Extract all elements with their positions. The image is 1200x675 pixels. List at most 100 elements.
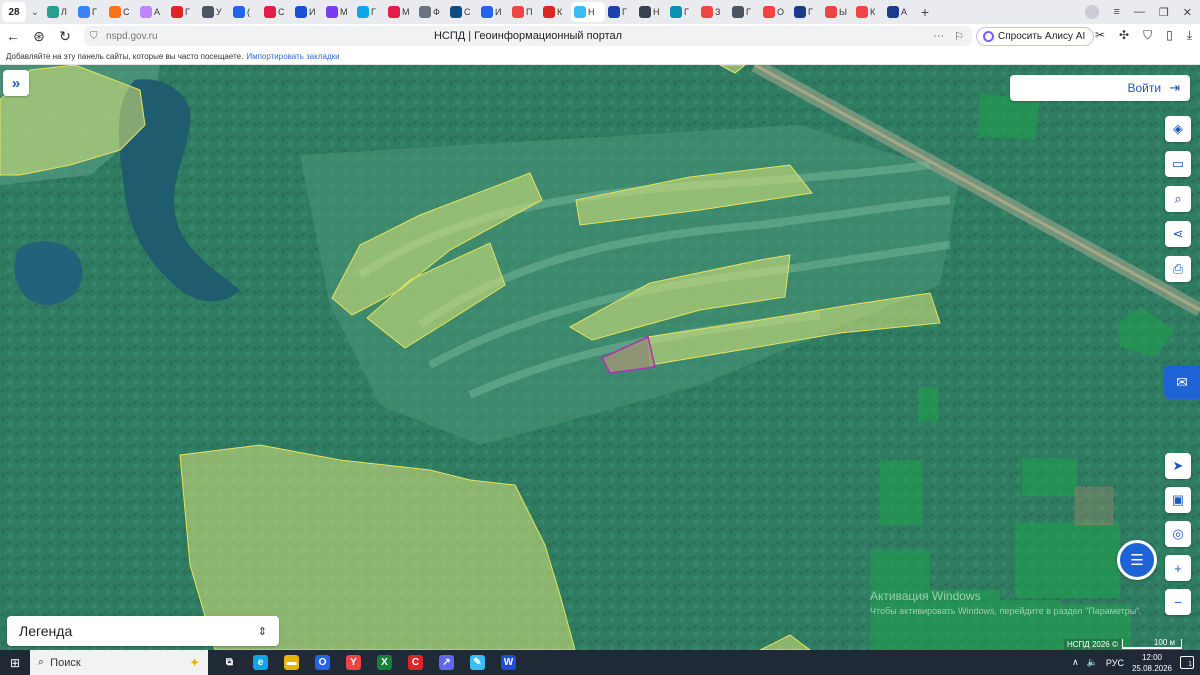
taskbar-app-yandex-browser[interactable]: Y <box>338 650 369 675</box>
taskbar-app-app-feather[interactable]: ✎ <box>462 650 493 675</box>
expand-panel-button[interactable]: » <box>3 70 29 96</box>
browser-tab[interactable]: Г <box>667 2 698 22</box>
tray-chevron-icon[interactable]: ∧ <box>1072 657 1079 668</box>
browser-tab[interactable]: М <box>323 2 354 22</box>
print-button[interactable]: ⎙ <box>1165 256 1191 282</box>
satellite-imagery <box>0 65 1200 650</box>
search-label: Поиск <box>50 656 81 669</box>
browser-tab[interactable]: Г <box>75 2 106 22</box>
browser-tab[interactable]: К <box>540 2 571 22</box>
geolocation-button[interactable]: ◎ <box>1165 521 1191 547</box>
zoom-out-button[interactable]: − <box>1165 589 1191 615</box>
tab-count-badge[interactable]: 28 <box>2 2 26 22</box>
browser-tab[interactable]: ( <box>230 2 261 22</box>
browser-tab[interactable]: Ы <box>822 2 853 22</box>
browser-tab[interactable]: О <box>760 2 791 22</box>
notification-center-button[interactable]: 1 <box>1180 656 1194 669</box>
new-tab-button[interactable]: + <box>915 4 935 20</box>
browser-tab[interactable]: Г <box>605 2 636 22</box>
layers-button[interactable]: ◈ <box>1165 116 1191 142</box>
url-field[interactable]: ⛉ nspd.gov.ru НСПД | Геоинформационный п… <box>84 26 972 46</box>
measure-button[interactable]: ▭ <box>1165 151 1191 177</box>
browser-tab[interactable]: К <box>853 2 884 22</box>
tab-label: И <box>495 7 502 17</box>
browser-tab[interactable]: Ф <box>416 2 447 22</box>
taskbar-apps: ⧉ e ▬ O Y X C ↗ ✎ W <box>214 650 524 675</box>
volume-icon[interactable]: 🔈 <box>1087 657 1098 668</box>
taskbar-app-task-view[interactable]: ⧉ <box>214 650 245 675</box>
reload-icon[interactable]: ↻ <box>52 28 78 45</box>
more-icon[interactable]: ··· <box>933 30 944 43</box>
browser-tab[interactable]: И <box>292 2 323 22</box>
zoom-in-button[interactable]: + <box>1165 555 1191 581</box>
browser-tab[interactable]: Г <box>168 2 199 22</box>
tab-favicon-icon <box>825 6 837 18</box>
login-label: Войти <box>1127 81 1162 95</box>
map-viewport[interactable]: » Войти ⇥ ◈ ▭ ⌕ ⋖ ⎙ ✉ ➤ ▣ ◎ + − ☰ Легенд… <box>0 65 1200 650</box>
assistant-side-tab[interactable]: ✉ <box>1164 365 1200 399</box>
close-icon[interactable]: ✕ <box>1183 6 1192 19</box>
taskbar-app-edge[interactable]: e <box>245 650 276 675</box>
yandex-home-icon[interactable]: ⊛ <box>26 28 52 45</box>
edge-icon: e <box>253 655 268 670</box>
taskbar-app-app-arrow[interactable]: ↗ <box>431 650 462 675</box>
browser-tab[interactable]: З <box>698 2 729 22</box>
browser-tab[interactable]: Г <box>354 2 385 22</box>
browser-tab[interactable]: Н <box>636 2 667 22</box>
share-button[interactable]: ⋖ <box>1165 221 1191 247</box>
taskbar-app-excel[interactable]: X <box>369 650 400 675</box>
browser-tab[interactable]: А <box>137 2 168 22</box>
tab-favicon-icon <box>264 6 276 18</box>
locate-button[interactable]: ➤ <box>1165 453 1191 479</box>
taskbar-app-word[interactable]: W <box>493 650 524 675</box>
taskbar-app-outlook[interactable]: O <box>307 650 338 675</box>
browser-tab[interactable]: Г <box>791 2 822 22</box>
tab-favicon-icon <box>47 6 59 18</box>
import-bookmarks-link[interactable]: Импортировать закладки <box>246 52 339 61</box>
browser-tab[interactable]: Н <box>571 2 605 22</box>
extensions-icon[interactable]: ✣ <box>1119 28 1129 43</box>
start-button[interactable]: ⊞ <box>0 650 30 675</box>
taskbar-app-app-c[interactable]: C <box>400 650 431 675</box>
taskbar-search[interactable]: ⌕ Поиск ✦ <box>30 650 208 675</box>
minimap-icon: ▣ <box>1171 492 1185 507</box>
area-search-button[interactable]: ⌕ <box>1165 186 1191 212</box>
app-c-icon: C <box>408 655 423 670</box>
browser-tab[interactable]: У <box>199 2 230 22</box>
tools-icon[interactable]: ✂ <box>1095 28 1105 43</box>
chat-button[interactable]: ☰ <box>1117 540 1157 580</box>
browser-tab[interactable]: С <box>261 2 292 22</box>
minimap-button[interactable]: ▣ <box>1165 487 1191 513</box>
language-indicator[interactable]: РУС <box>1106 658 1124 668</box>
browser-tab[interactable]: Г <box>729 2 760 22</box>
taskbar-app-explorer[interactable]: ▬ <box>276 650 307 675</box>
tab-label: Г <box>185 7 190 17</box>
profile-avatar[interactable] <box>1085 5 1100 19</box>
menu-icon[interactable]: ≡ <box>1113 6 1119 18</box>
device-icon[interactable]: ▯ <box>1166 28 1173 43</box>
browser-tab[interactable]: С <box>447 2 478 22</box>
back-arrow-icon[interactable]: ← <box>0 28 26 44</box>
tab-list: Л Г С А Г У (С И М Г М Ф С И П К Н Г Н Г З Г О Г Ы К А <box>44 0 915 24</box>
browser-tab[interactable]: Л <box>44 2 75 22</box>
browser-tab[interactable]: М <box>385 2 416 22</box>
download-icon[interactable]: ⤓ <box>1187 28 1192 43</box>
browser-tab[interactable]: И <box>478 2 509 22</box>
tab-list-chevron-icon[interactable]: ⌄ <box>26 7 44 18</box>
tab-label: У <box>216 7 222 17</box>
search-area-icon: ⌕ <box>1174 191 1182 206</box>
site-shield-icon[interactable]: ⛉ <box>90 31 98 42</box>
login-button[interactable]: Войти ⇥ <box>1010 75 1190 101</box>
legend-select[interactable]: Легенда ⇕ <box>7 616 279 646</box>
collections-icon[interactable]: ⛉ <box>1143 28 1152 43</box>
tab-favicon-icon <box>639 6 651 18</box>
browser-tab[interactable]: А <box>884 2 915 22</box>
minimize-icon[interactable]: — <box>1134 6 1145 18</box>
tab-favicon-icon <box>326 6 338 18</box>
restore-icon[interactable]: ❐ <box>1159 6 1169 19</box>
browser-tab[interactable]: С <box>106 2 137 22</box>
browser-tab[interactable]: П <box>509 2 540 22</box>
bookmark-icon[interactable]: ⚐ <box>954 30 964 43</box>
ask-alice-button[interactable]: Спросить Алису AI <box>976 27 1095 46</box>
clock[interactable]: 12:00 25.08.2026 <box>1132 652 1172 674</box>
